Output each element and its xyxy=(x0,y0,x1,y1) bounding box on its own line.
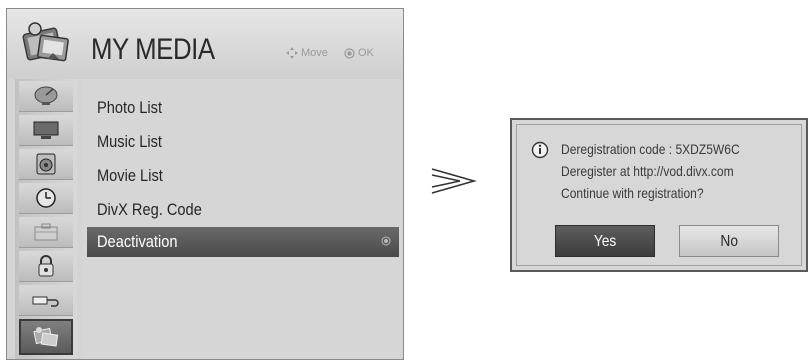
ok-hint: OK xyxy=(344,47,374,59)
clock-icon[interactable] xyxy=(19,183,73,214)
move-hint: Move xyxy=(286,47,328,59)
usb-cable-icon[interactable] xyxy=(19,285,73,316)
page-title: MY MEDIA xyxy=(91,33,215,66)
satellite-dish-icon[interactable] xyxy=(19,81,73,112)
menu-item-movie-list[interactable]: Movie List xyxy=(87,161,399,191)
menu-item-music-list[interactable]: Music List xyxy=(87,127,399,157)
sidebar xyxy=(15,79,77,359)
move-arrows-icon xyxy=(286,47,298,59)
yes-button[interactable]: Yes xyxy=(555,225,655,257)
deregister-url-text: Deregister at http://vod.divx.com xyxy=(561,163,734,179)
monitor-icon[interactable] xyxy=(19,115,73,146)
ok-select-icon xyxy=(381,236,391,246)
speaker-icon[interactable] xyxy=(19,149,73,180)
menu-item-divx-reg-code[interactable]: DivX Reg. Code xyxy=(87,195,399,225)
deregistration-dialog: Deregistration code : 5XDZ5W6C Deregiste… xyxy=(510,118,808,272)
my-media-menu: MY MEDIA Move OK Photo List Music List M… xyxy=(6,8,404,360)
ok-hint-label: OK xyxy=(358,47,374,59)
move-hint-label: Move xyxy=(301,47,328,59)
menu-item-deactivation[interactable]: Deactivation xyxy=(87,227,399,257)
deregistration-code-text: Deregistration code : 5XDZ5W6C xyxy=(561,141,740,157)
menu-item-photo-list[interactable]: Photo List xyxy=(87,93,399,123)
briefcase-icon[interactable] xyxy=(19,217,73,248)
menu-header: MY MEDIA Move OK xyxy=(7,9,403,79)
continue-question-text: Continue with registration? xyxy=(561,185,704,201)
no-button-label: No xyxy=(720,233,738,250)
padlock-icon[interactable] xyxy=(19,251,73,282)
dialog-body: Deregistration code : 5XDZ5W6C Deregiste… xyxy=(516,124,802,266)
ok-button-icon xyxy=(344,47,355,59)
next-step-arrow-icon xyxy=(431,168,477,194)
my-media-icon xyxy=(21,17,71,69)
yes-button-label: Yes xyxy=(593,233,617,250)
info-icon xyxy=(531,141,549,159)
no-button[interactable]: No xyxy=(679,225,779,257)
my-media-sidebar-icon[interactable] xyxy=(19,319,73,355)
menu-list: Photo List Music List Movie List DivX Re… xyxy=(83,79,401,359)
